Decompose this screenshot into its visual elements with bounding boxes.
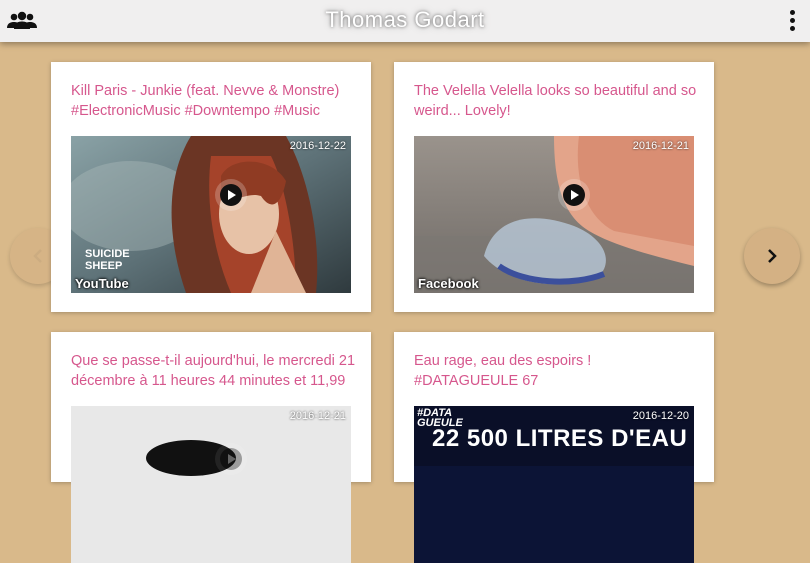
- post-date: 2016-12-22: [289, 140, 346, 152]
- thumbnail-image: [414, 136, 694, 293]
- post-card[interactable]: Eau rage, eau des espoirs ! #DATAGUEULE …: [394, 332, 714, 563]
- post-card[interactable]: The Velella Velella looks so beautiful a…: [394, 62, 714, 312]
- app-title: Thomas Godart: [325, 7, 485, 32]
- post-title[interactable]: Eau rage, eau des espoirs ! #DATAGUEULE …: [414, 351, 699, 391]
- video-thumbnail[interactable]: 2016-12-21 Facebook: [414, 136, 694, 293]
- thumbnail-image: [71, 406, 351, 563]
- play-icon[interactable]: [220, 184, 242, 206]
- post-date: 2016-12-21: [289, 410, 346, 422]
- play-icon[interactable]: [220, 448, 242, 470]
- post-card[interactable]: Que se passe-t-il aujourd'hui, le mercre…: [51, 332, 371, 563]
- top-app-bar: Thomas Godart: [0, 0, 810, 42]
- source-label: YouTube: [75, 276, 129, 291]
- video-thumbnail[interactable]: #DATA GUEULE 22 500 LITRES D'EAU 2016-12…: [414, 406, 694, 563]
- thumbnail-headline: 22 500 LITRES D'EAU: [432, 425, 688, 452]
- post-title[interactable]: The Velella Velella looks so beautiful a…: [414, 81, 699, 121]
- channel-watermark: SUICIDE SHEEP: [85, 248, 130, 272]
- post-date: 2016-12-21: [632, 140, 689, 152]
- video-thumbnail[interactable]: 2016-12-21: [71, 406, 351, 563]
- source-label: Facebook: [418, 276, 479, 291]
- video-thumbnail[interactable]: SUICIDE SHEEP 2016-12-22 YouTube: [71, 136, 351, 293]
- next-page-button[interactable]: [744, 228, 800, 284]
- post-title[interactable]: Que se passe-t-il aujourd'hui, le mercre…: [71, 351, 356, 391]
- play-icon[interactable]: [563, 184, 585, 206]
- chevron-right-icon: [768, 249, 777, 263]
- post-card[interactable]: Kill Paris - Junkie (feat. Nevve & Monst…: [51, 62, 371, 312]
- more-vert-icon[interactable]: [788, 10, 796, 34]
- post-date: 2016-12-20: [632, 410, 689, 422]
- post-title[interactable]: Kill Paris - Junkie (feat. Nevve & Monst…: [71, 81, 356, 121]
